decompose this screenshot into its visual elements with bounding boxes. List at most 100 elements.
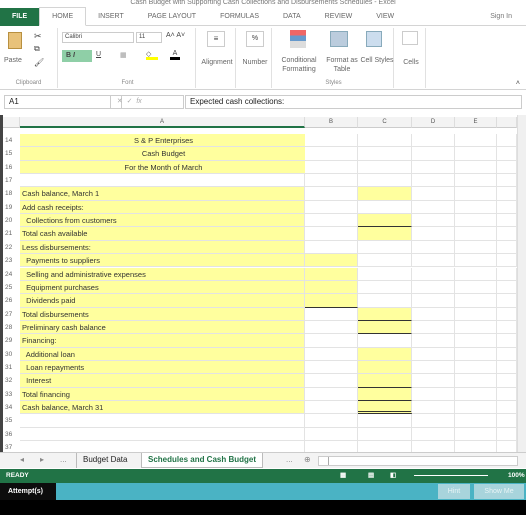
format-as-table-icon[interactable] — [330, 31, 348, 47]
input-cell-c21[interactable] — [358, 227, 412, 241]
cut-icon[interactable]: ✂ — [34, 31, 42, 42]
bold-button[interactable]: B I — [62, 50, 92, 62]
cell-f37[interactable] — [497, 441, 517, 452]
cell-b20[interactable] — [305, 214, 358, 228]
cell-e36[interactable] — [455, 427, 497, 442]
cell-e30[interactable] — [455, 347, 497, 361]
page-break-view-icon[interactable]: ◧ — [390, 469, 396, 483]
column-header[interactable] — [497, 117, 517, 128]
cell-d18[interactable] — [412, 187, 455, 201]
cell-e15[interactable] — [455, 147, 497, 161]
input-cell-b23[interactable] — [305, 254, 358, 268]
cell-f34[interactable] — [497, 401, 517, 415]
font-name-select[interactable]: Calibri — [62, 32, 134, 43]
cell-d15[interactable] — [412, 147, 455, 161]
cell-c25[interactable] — [358, 280, 412, 295]
cell-c23[interactable] — [358, 254, 412, 268]
paste-icon[interactable] — [8, 32, 22, 49]
name-box[interactable]: A1 — [4, 95, 122, 109]
input-cell-b24[interactable] — [305, 267, 358, 281]
cell-e22[interactable] — [455, 240, 497, 255]
sign-in-link[interactable]: Sign In — [490, 13, 512, 20]
column-header-e[interactable]: E — [455, 117, 497, 128]
page-layout-view-icon[interactable]: ▤ — [368, 469, 374, 483]
cell-f36[interactable] — [497, 427, 517, 442]
cell-f19[interactable] — [497, 200, 517, 215]
row-number[interactable]: 32 — [3, 374, 20, 387]
input-cell-a22[interactable]: Less disbursements: — [20, 240, 305, 255]
cells-icon[interactable] — [402, 31, 418, 45]
cell-e37[interactable] — [455, 441, 497, 452]
cell-d20[interactable] — [412, 214, 455, 228]
cell-e27[interactable] — [455, 307, 497, 321]
input-cell-c33[interactable] — [358, 387, 412, 401]
normal-view-icon[interactable]: ▦ — [340, 469, 346, 483]
horizontal-scrollbar[interactable] — [318, 456, 518, 466]
input-cell-a23[interactable]: Payments to suppliers — [20, 254, 305, 268]
cell-c36[interactable] — [358, 427, 412, 442]
cell-d35[interactable] — [412, 414, 455, 428]
cell-d17[interactable] — [412, 174, 455, 188]
row-number[interactable]: 21 — [3, 227, 20, 240]
tab-file[interactable]: FILE — [0, 7, 40, 26]
cell-d28[interactable] — [412, 320, 455, 335]
cell-b27[interactable] — [305, 307, 358, 321]
column-header-a[interactable]: A — [20, 117, 305, 128]
cell-f24[interactable] — [497, 267, 517, 281]
cell-c16[interactable] — [358, 160, 412, 175]
input-cell-c30[interactable] — [358, 347, 412, 361]
input-cell-b25[interactable] — [305, 280, 358, 295]
cell-e35[interactable] — [455, 414, 497, 428]
percent-icon[interactable]: % — [246, 31, 264, 47]
cell-c35[interactable] — [358, 414, 412, 428]
row-number[interactable]: 17 — [3, 174, 20, 187]
number-button[interactable]: Number — [238, 58, 272, 67]
format-painter-icon[interactable]: 🖌 — [34, 58, 44, 67]
tab-review[interactable]: REVIEW — [313, 13, 365, 20]
tab-home[interactable]: HOME — [39, 7, 87, 26]
fx-icon[interactable]: fx — [136, 98, 141, 105]
input-cell-a30[interactable]: Additional loan — [20, 347, 305, 361]
cell-b21[interactable] — [305, 227, 358, 241]
input-cell-c34[interactable] — [358, 401, 412, 415]
zoom-slider[interactable] — [414, 475, 488, 476]
cell-b28[interactable] — [305, 320, 358, 335]
tab-data[interactable]: DATA — [271, 13, 313, 20]
input-cell-c28[interactable] — [358, 320, 412, 335]
input-cell-b26[interactable] — [305, 294, 358, 308]
cell-e28[interactable] — [455, 320, 497, 335]
formula-input[interactable]: Expected cash collections: — [185, 95, 522, 109]
cell-styles-button[interactable]: Cell Styles — [360, 56, 394, 65]
cell-b33[interactable] — [305, 387, 358, 401]
input-cell-a29[interactable]: Financing: — [20, 334, 305, 348]
row-number[interactable]: 14 — [3, 134, 20, 147]
input-cell-c32[interactable] — [358, 374, 412, 388]
cell-e21[interactable] — [455, 227, 497, 241]
cell-e17[interactable] — [455, 174, 497, 188]
input-cell-a32[interactable]: Interest — [20, 374, 305, 388]
cell-b17[interactable] — [305, 174, 358, 188]
cell-e31[interactable] — [455, 360, 497, 375]
cell-c37[interactable] — [358, 441, 412, 452]
cell-b30[interactable] — [305, 347, 358, 361]
conditional-formatting-icon[interactable] — [290, 30, 306, 48]
cell-d25[interactable] — [412, 280, 455, 295]
row-number[interactable]: 27 — [3, 308, 20, 321]
cell-e19[interactable] — [455, 200, 497, 215]
cell-c15[interactable] — [358, 147, 412, 161]
input-cell-a15[interactable]: Cash Budget — [20, 147, 305, 161]
show-me-button[interactable]: Show Me — [474, 484, 524, 499]
cell-f21[interactable] — [497, 227, 517, 241]
underline-button[interactable]: U — [96, 51, 101, 58]
input-cell-c31[interactable] — [358, 360, 412, 375]
cell-c26[interactable] — [358, 294, 412, 308]
input-cell-a14[interactable]: S & P Enterprises — [20, 134, 305, 148]
cell-b36[interactable] — [305, 427, 358, 442]
cell-b35[interactable] — [305, 414, 358, 428]
cell-e14[interactable] — [455, 134, 497, 148]
cell-b32[interactable] — [305, 374, 358, 388]
cell-b18[interactable] — [305, 187, 358, 201]
row-number[interactable]: 30 — [3, 348, 20, 361]
input-cell-a26[interactable]: Dividends paid — [20, 294, 305, 308]
cell-a36[interactable] — [20, 427, 305, 442]
